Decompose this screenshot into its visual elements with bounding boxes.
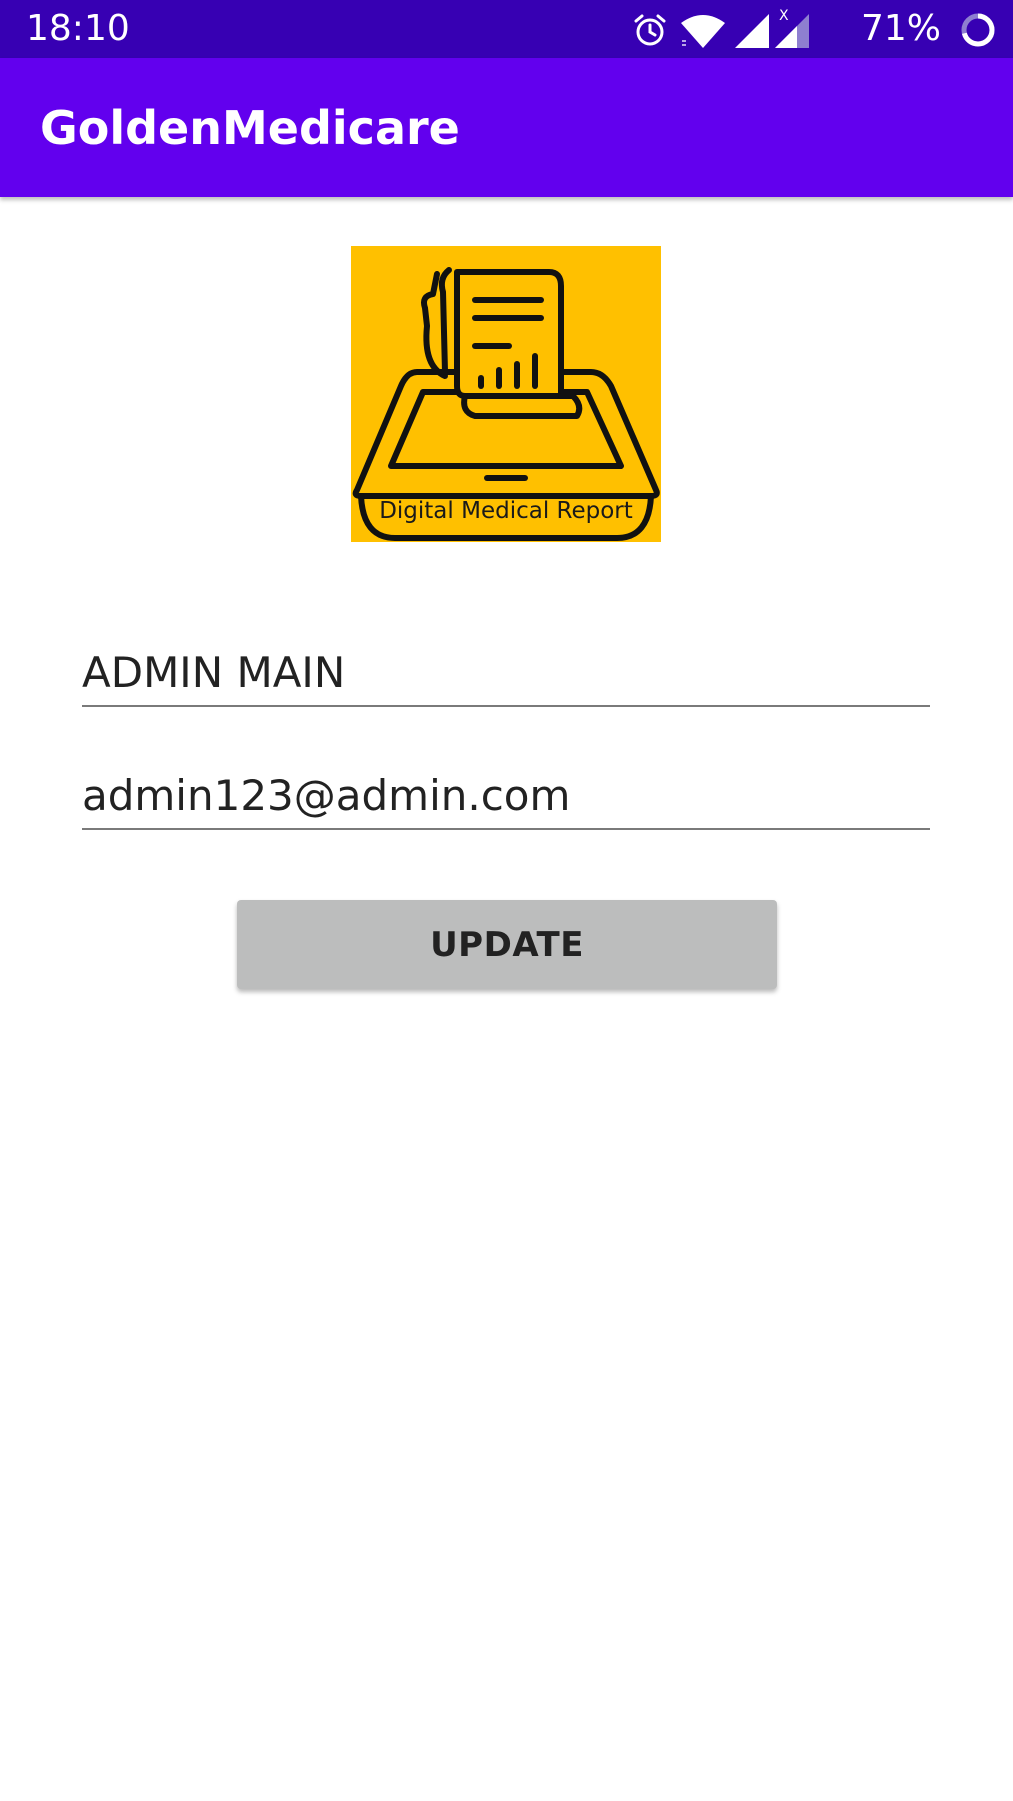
app-bar: GoldenMedicare — [0, 58, 1013, 197]
logo-caption: Digital Medical Report — [379, 498, 633, 524]
name-field — [82, 625, 930, 707]
update-button[interactable]: UPDATE — [237, 900, 777, 989]
svg-text:X: X — [779, 8, 789, 24]
signal-no-data-icon: X — [775, 8, 809, 48]
name-input[interactable] — [82, 648, 930, 697]
battery-ring-icon — [961, 13, 995, 47]
alarm-icon — [634, 14, 666, 46]
email-input[interactable] — [82, 771, 930, 820]
battery-percent: 71% — [860, 8, 941, 49]
email-field — [82, 748, 930, 830]
status-time: 18:10 — [26, 8, 130, 49]
wifi-icon — [681, 15, 725, 48]
signal-icon — [735, 14, 769, 48]
status-bar: 18:10 X 71% — [0, 0, 1013, 58]
digital-medical-report-logo: Digital Medical Report — [351, 246, 661, 542]
app-title: GoldenMedicare — [40, 101, 460, 155]
